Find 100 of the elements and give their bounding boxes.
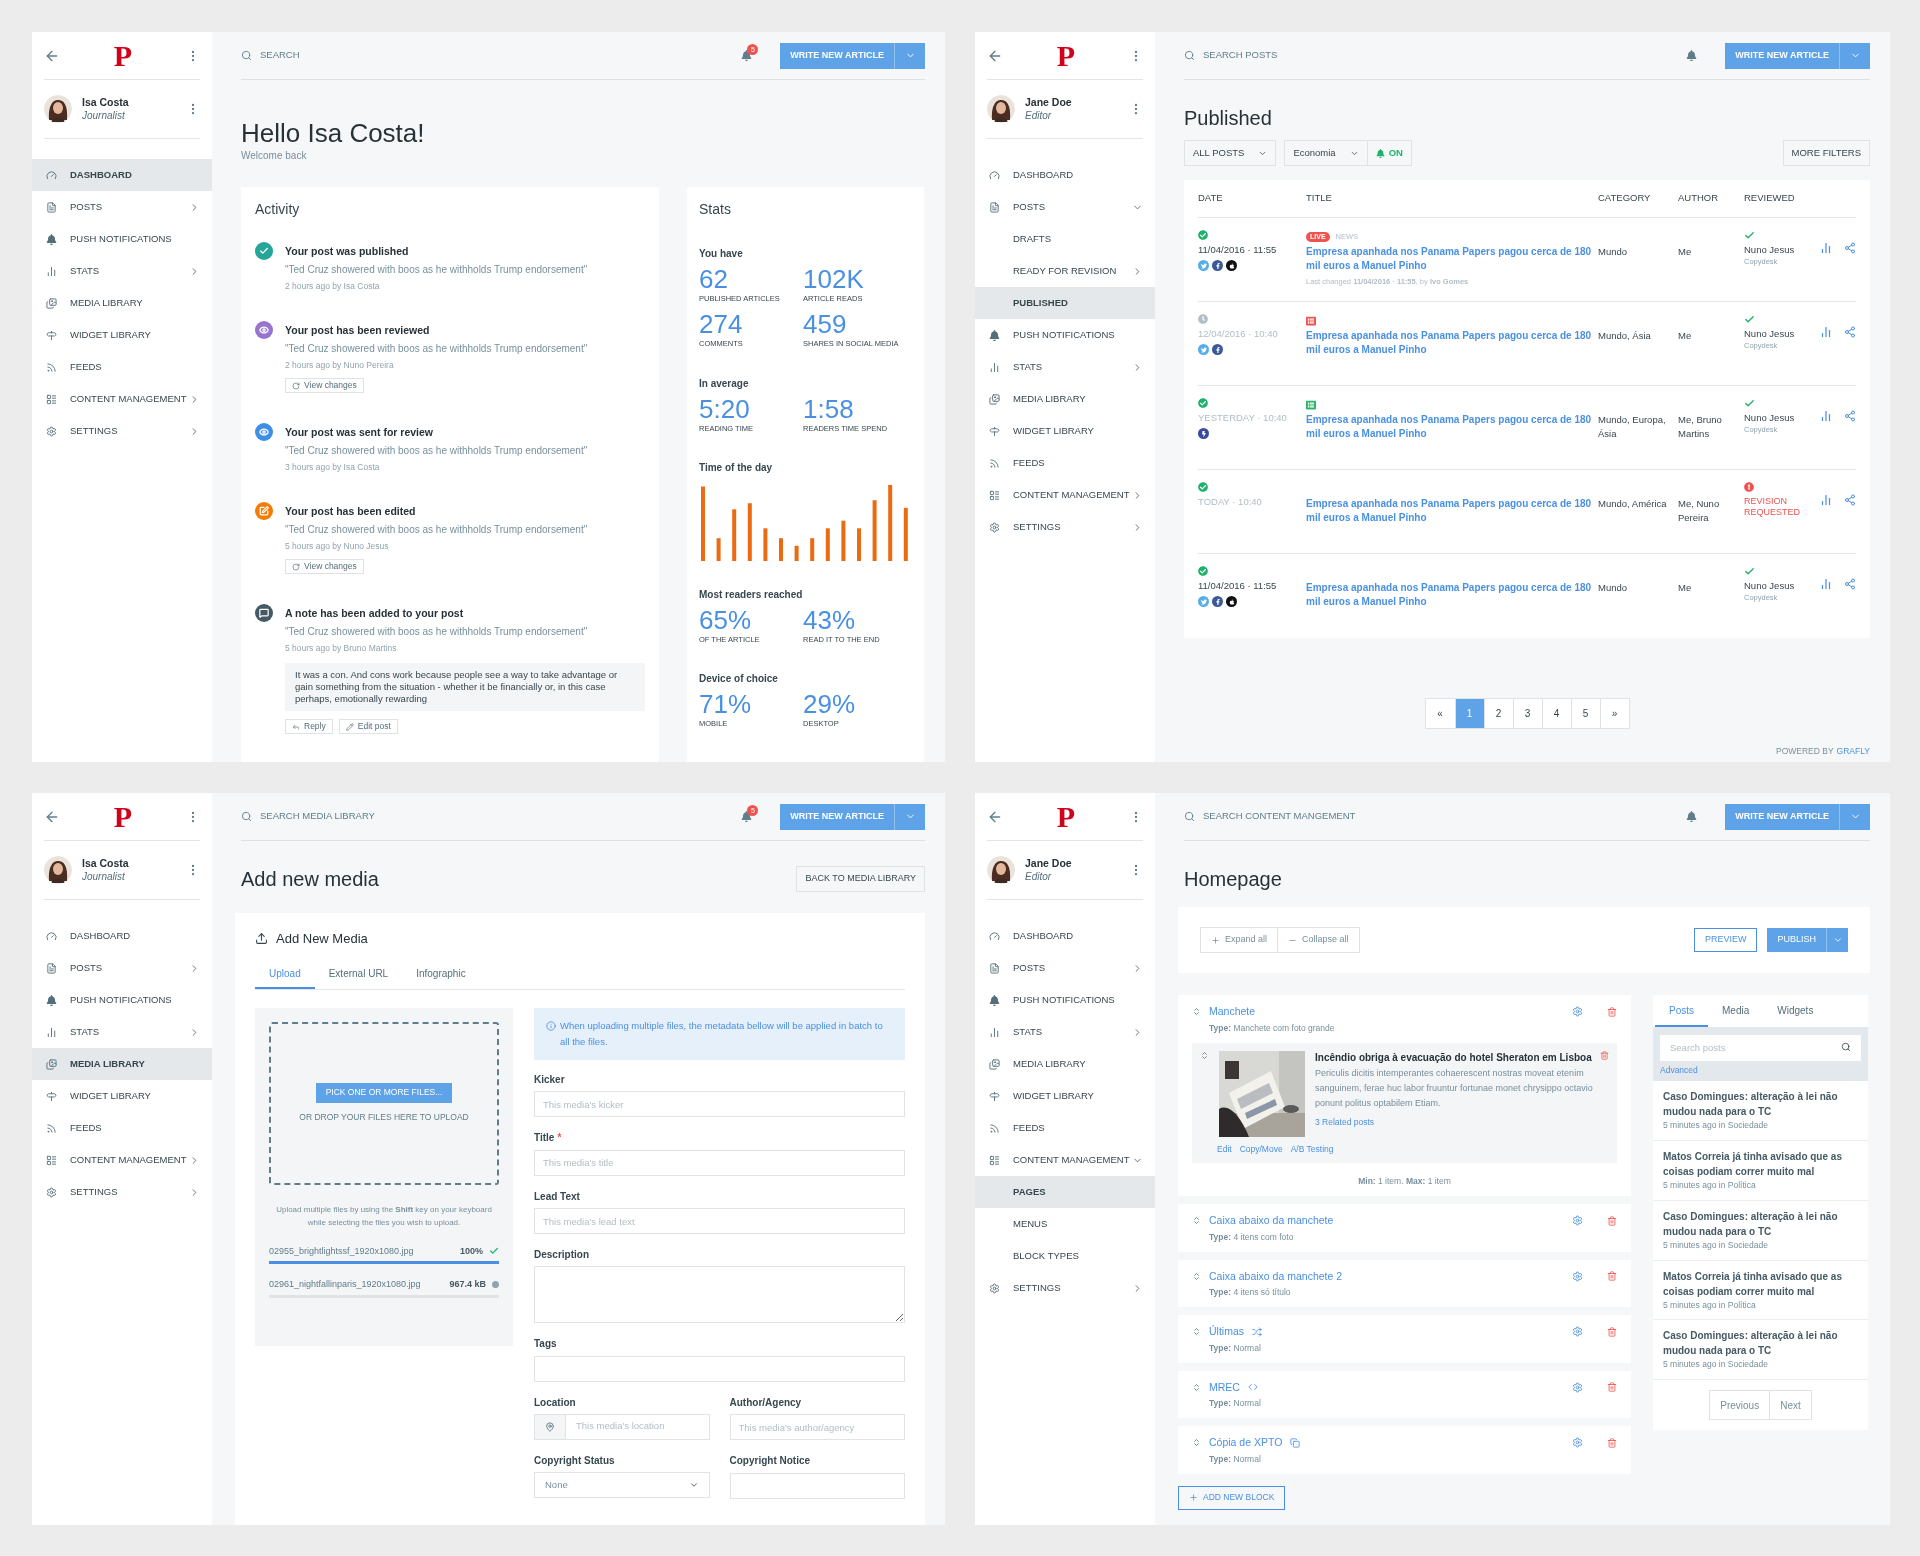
nav-item[interactable]: DASHBOARD (32, 920, 212, 952)
nav-item[interactable]: SETTINGS (975, 1272, 1155, 1304)
share-icon[interactable] (1844, 494, 1856, 506)
expand-all-button[interactable]: Expand all (1201, 928, 1278, 952)
action-button[interactable]: Reply (285, 719, 333, 734)
nav-item[interactable]: BLOCK TYPES (975, 1240, 1155, 1272)
trash-icon[interactable] (1607, 1271, 1617, 1282)
tab[interactable]: Widgets (1763, 995, 1828, 1027)
search-field[interactable]: SEARCH MEDIA LIBRARY (260, 809, 742, 824)
share-icon[interactable] (1844, 242, 1856, 254)
post-list-item[interactable]: Matos Correia já tinha avisado que as coisas podiam correr muito mal 5 minutes ago in Política (1653, 1260, 1868, 1321)
settings-icon[interactable] (1572, 1381, 1583, 1393)
text-field[interactable] (534, 1355, 905, 1382)
nav-item[interactable]: STATS (32, 255, 212, 287)
nav-item[interactable]: MENUS (975, 1208, 1155, 1240)
dropdown-button[interactable] (894, 803, 925, 830)
settings-icon[interactable] (1572, 1270, 1583, 1282)
nav-item[interactable]: PAGES (975, 1176, 1155, 1208)
tab[interactable]: Media (1708, 995, 1764, 1027)
drag-handle-icon[interactable] (1200, 1050, 1209, 1060)
pager-button[interactable]: Next (1770, 1390, 1812, 1420)
trash-icon[interactable] (1607, 1006, 1617, 1017)
page-button[interactable]: 2 (1483, 699, 1513, 728)
nav-item[interactable]: POSTS (975, 952, 1155, 984)
nav-item[interactable]: SETTINGS (32, 415, 212, 447)
page-button[interactable]: 4 (1541, 699, 1571, 728)
nav-item[interactable]: PUSH NOTIFICATIONS (32, 223, 212, 255)
nav-item[interactable]: READY FOR REVISION (975, 255, 1155, 287)
search-field[interactable]: SEARCH (260, 48, 742, 63)
nav-item[interactable]: FEEDS (975, 447, 1155, 479)
page-button[interactable]: « (1425, 699, 1455, 728)
post-list-item[interactable]: Caso Domingues: alteração à lei não mudou nada para o TC 5 minutes ago in Sociedade (1653, 1200, 1868, 1261)
nav-item[interactable]: STATS (975, 351, 1155, 383)
share-icon[interactable] (1844, 578, 1856, 590)
nav-item[interactable]: DRAFTS (975, 223, 1155, 255)
location-field[interactable]: This media's location (566, 1413, 710, 1440)
tab[interactable]: Upload (255, 960, 315, 989)
trash-icon[interactable] (1600, 1050, 1609, 1060)
block-title[interactable]: Caixa abaixo da manchete (1209, 1213, 1334, 1229)
search-field[interactable]: SEARCH POSTS (1203, 48, 1687, 63)
nav-item[interactable]: PUSH NOTIFICATIONS (975, 984, 1155, 1016)
drag-handle-icon[interactable] (1192, 1007, 1201, 1017)
post-list-item[interactable]: Matos Correia já tinha avisado que as coisas podiam correr muito mal 5 minutes ago in Política (1653, 1141, 1868, 1201)
dropdown-button[interactable] (1839, 42, 1870, 69)
trash-icon[interactable] (1607, 1437, 1617, 1448)
text-field[interactable]: This media's kicker (534, 1091, 905, 1117)
text-field[interactable]: This media's title (534, 1149, 905, 1176)
nav-item[interactable]: FEEDS (32, 1112, 212, 1144)
search-field[interactable]: SEARCH CONTENT MANGEMENT (1203, 809, 1687, 824)
nav-item[interactable]: MEDIA LIBRARY (32, 287, 212, 319)
bar-chart-icon[interactable] (1820, 242, 1832, 254)
bar-chart-icon[interactable] (1820, 410, 1832, 422)
block-title[interactable]: Cópia de XPTO (1209, 1435, 1283, 1451)
bell-icon[interactable] (1686, 50, 1698, 61)
bar-chart-icon[interactable] (1820, 326, 1832, 338)
block-title[interactable]: MREC (1209, 1379, 1240, 1396)
post-list-item[interactable]: Caso Domingues: alteração à lei não mudou nada para o TC 5 minutes ago in Sociedade (1653, 1320, 1868, 1380)
filter-dropdown[interactable]: ALL POSTS (1184, 140, 1277, 166)
action-button[interactable]: Edit post (338, 719, 398, 734)
back-button[interactable]: BACK TO MEDIA LIBRARY (796, 866, 925, 892)
text-field[interactable] (729, 1472, 905, 1499)
tab[interactable]: External URL (314, 960, 403, 989)
drag-handle-icon[interactable] (1192, 1216, 1201, 1226)
pager-button[interactable]: Previous (1709, 1390, 1771, 1420)
nav-item[interactable]: PUSH NOTIFICATIONS (975, 319, 1155, 351)
drag-handle-icon[interactable] (1192, 1382, 1201, 1392)
nav-item[interactable]: CONTENT MANAGEMENT (32, 383, 212, 415)
nav-item[interactable]: WIDGET LIBRARY (975, 415, 1155, 447)
settings-icon[interactable] (1572, 1006, 1583, 1018)
nav-item[interactable]: POSTS (32, 952, 212, 984)
nav-item[interactable]: SETTINGS (975, 511, 1155, 543)
nav-item[interactable]: WIDGET LIBRARY (975, 1080, 1155, 1112)
page-button[interactable]: 3 (1512, 699, 1542, 728)
action-button[interactable]: View changes (285, 559, 364, 574)
action-button[interactable]: View changes (285, 378, 364, 393)
share-icon[interactable] (1844, 326, 1856, 338)
trash-icon[interactable] (1607, 1382, 1617, 1393)
nav-item[interactable]: CONTENT MANAGEMENT (975, 479, 1155, 511)
description-field[interactable] (534, 1266, 905, 1323)
settings-icon[interactable] (1572, 1437, 1583, 1449)
more-filters-button[interactable]: MORE FILTERS (1782, 140, 1870, 166)
drop-zone[interactable]: PICK ONE OR MORE FILES... OR DROP YOUR FILES HERE TO UPLOAD (269, 1021, 499, 1185)
nav-item[interactable]: FEEDS (32, 351, 212, 383)
text-field[interactable]: This media's author/agency (729, 1414, 905, 1440)
drag-handle-icon[interactable] (1192, 1438, 1201, 1448)
bar-chart-icon[interactable] (1820, 494, 1832, 506)
filter-dropdown[interactable]: Economia (1284, 140, 1368, 166)
nav-item[interactable]: MEDIA LIBRARY (975, 1048, 1155, 1080)
nav-item[interactable]: WIDGET LIBRARY (32, 319, 212, 351)
nav-item[interactable]: DASHBOARD (975, 159, 1155, 191)
nav-item[interactable]: POSTS (975, 191, 1155, 223)
page-button[interactable]: » (1599, 699, 1629, 728)
text-field[interactable]: This media's lead text (534, 1208, 905, 1234)
page-button[interactable]: 5 (1570, 699, 1600, 728)
nav-item[interactable]: MEDIA LIBRARY (32, 1048, 212, 1080)
share-icon[interactable] (1844, 410, 1856, 422)
settings-icon[interactable] (1572, 1215, 1583, 1227)
bell-icon[interactable] (1686, 811, 1698, 822)
drag-handle-icon[interactable] (1192, 1271, 1201, 1281)
nav-item[interactable]: PUSH NOTIFICATIONS (32, 984, 212, 1016)
